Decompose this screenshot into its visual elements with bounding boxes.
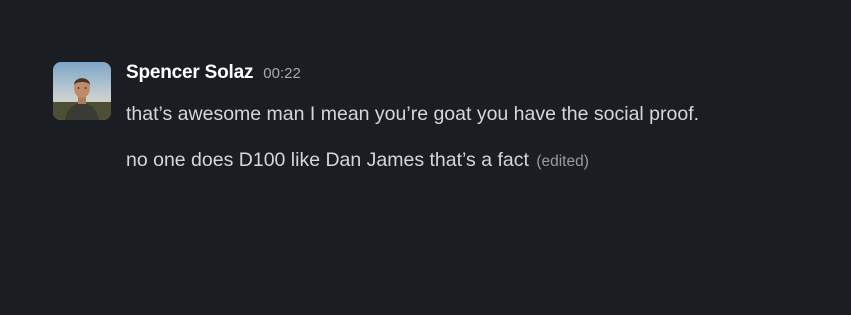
message-content: Spencer Solaz 00:22 that’s awesome man I… — [126, 62, 699, 174]
avatar[interactable] — [53, 62, 111, 120]
user-photo-avatar-icon — [53, 62, 111, 120]
message-header: Spencer Solaz 00:22 — [126, 62, 699, 88]
edited-label: (edited) — [536, 153, 589, 170]
message-text-line-edited: no one does D100 like Dan James that’s a… — [126, 148, 699, 174]
sender-name[interactable]: Spencer Solaz — [126, 62, 253, 84]
message-row[interactable]: Spencer Solaz 00:22 that’s awesome man I… — [53, 62, 699, 174]
message-text-line: that’s awesome man I mean you’re goat yo… — [126, 103, 700, 125]
message-text: no one does D100 like Dan James that’s a… — [126, 149, 529, 171]
message-timestamp[interactable]: 00:22 — [263, 65, 301, 82]
